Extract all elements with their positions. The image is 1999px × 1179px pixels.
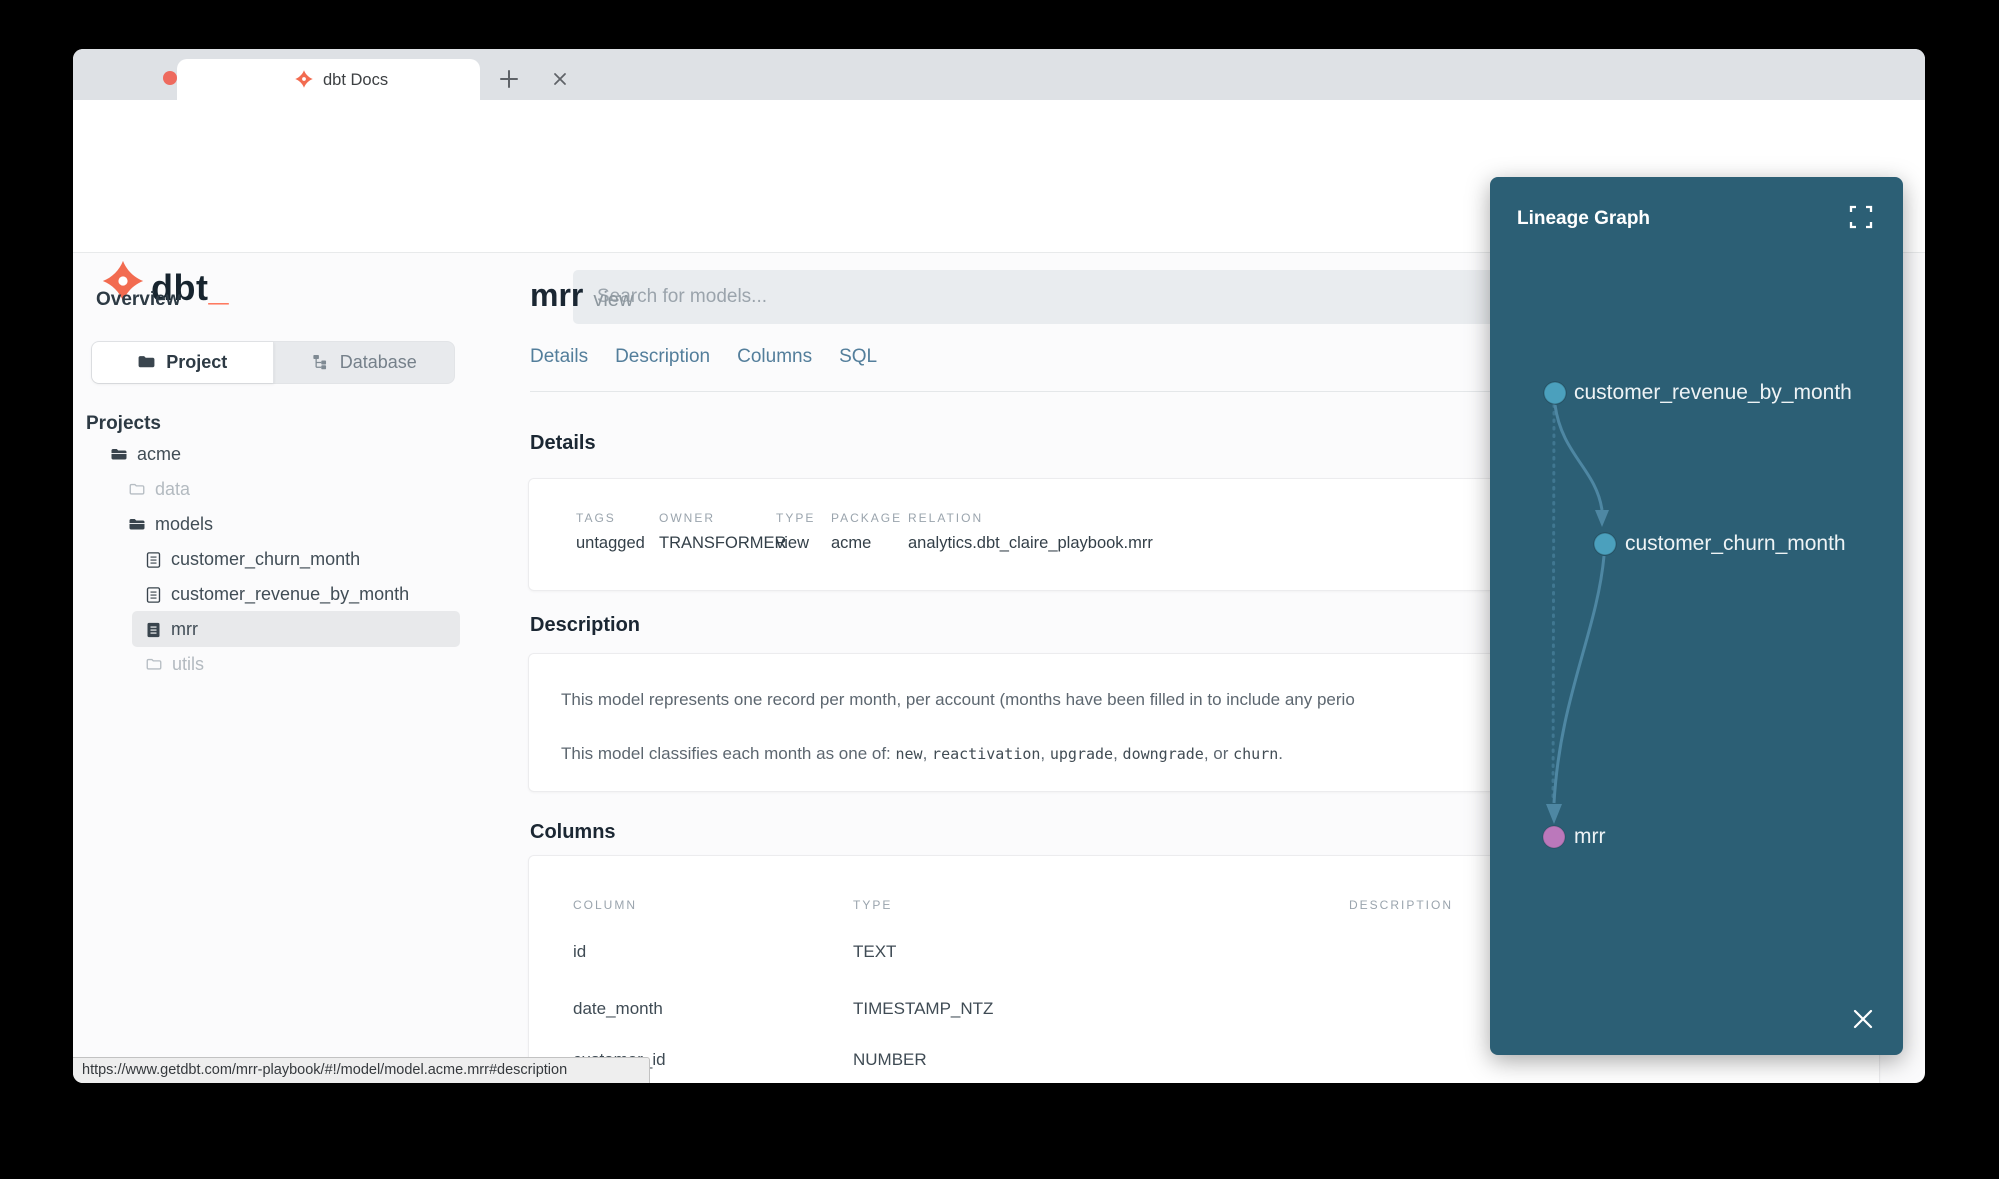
nav-link-details[interactable]: Details <box>530 346 588 368</box>
lineage-graph-panel: Lineage Graph customer_revenue_by_month … <box>1490 177 1903 1055</box>
text-part: , <box>922 744 933 763</box>
dbt-favicon-icon <box>294 69 314 89</box>
tree-item-models[interactable]: models <box>128 507 213 542</box>
browser-tab[interactable]: dbt Docs <box>177 59 566 100</box>
tab-project-label: Project <box>166 352 228 372</box>
column-header: COLUMN <box>573 898 638 912</box>
field-value: acme <box>831 534 872 552</box>
field-value: view <box>776 534 810 552</box>
lineage-node-mrr[interactable] <box>1542 825 1566 849</box>
lineage-node-label: customer_revenue_by_month <box>1574 381 1852 404</box>
tree-item-label: customer_churn_month <box>171 549 361 569</box>
tree-item-label: models <box>155 514 214 534</box>
file-solid-icon <box>147 622 160 637</box>
file-icon <box>146 586 161 603</box>
tab-database-label: Database <box>339 352 417 372</box>
lineage-graph-canvas[interactable] <box>1490 177 1903 1055</box>
browser-window: dbt Docs getdbt.com/mrr-playbook/#!/mode… <box>73 49 1925 1083</box>
folder-open-icon <box>129 518 145 529</box>
description-paragraph: This model classifies each month as one … <box>561 744 1283 764</box>
table-cell-column: date_month <box>573 999 663 1018</box>
columns-heading: Columns <box>530 821 616 843</box>
table-cell-type: NUMBER <box>853 1050 927 1069</box>
text-part: , <box>1040 744 1050 763</box>
code-part: downgrade <box>1122 745 1204 763</box>
code-part: upgrade <box>1049 745 1114 763</box>
nav-link-columns[interactable]: Columns <box>737 346 812 368</box>
column-header: TYPE <box>853 898 893 912</box>
text-part: This model classifies each month as one … <box>561 744 896 763</box>
table-cell-type: TIMESTAMP_NTZ <box>853 999 994 1018</box>
tab-strip: dbt Docs <box>73 49 1925 100</box>
text-part: , or <box>1203 744 1234 763</box>
close-icon[interactable] <box>1850 1006 1876 1032</box>
tree-item-mrr-selected[interactable]: mrr <box>145 612 198 647</box>
file-icon <box>146 551 161 568</box>
model-name: mrr <box>530 277 584 313</box>
field-value: analytics.dbt_claire_playbook.mrr <box>908 534 1153 552</box>
description-heading: Description <box>530 614 641 636</box>
sidebar-view-switcher: Project Database <box>91 341 455 384</box>
folder-icon <box>137 353 156 372</box>
code-part: reactivation <box>932 745 1041 763</box>
tree-item-acme[interactable]: acme <box>110 437 181 472</box>
browser-toolbar: getdbt.com/mrr-playbook/#!/model/model.a… <box>73 100 1925 189</box>
code-part: new <box>895 745 923 763</box>
tree-item-utils[interactable]: utils <box>145 647 204 682</box>
field-label: PACKAGE <box>831 511 903 525</box>
tree-item-label: customer_revenue_by_month <box>171 584 410 604</box>
lineage-node-label: mrr <box>1574 825 1606 848</box>
tree-item-label: acme <box>137 444 182 464</box>
logo-underscore: _ <box>208 267 229 308</box>
nav-link-sql[interactable]: SQL <box>839 346 877 368</box>
field-label: TAGS <box>576 511 616 525</box>
text-part: . <box>1278 744 1284 763</box>
tree-item-label: utils <box>172 654 205 674</box>
tab-database[interactable]: Database <box>274 342 455 383</box>
code-part: churn <box>1233 745 1279 763</box>
lineage-node-customer-revenue-by-month[interactable] <box>1543 381 1567 405</box>
database-tree-icon <box>311 353 330 372</box>
tree-item-data[interactable]: data <box>128 472 190 507</box>
close-window-button[interactable] <box>163 71 177 85</box>
field-label: TYPE <box>776 511 816 525</box>
tab-close-icon[interactable] <box>549 68 571 90</box>
field-value: untagged <box>576 534 645 552</box>
folder-outline-icon <box>146 658 162 670</box>
folder-open-icon <box>111 448 127 459</box>
projects-section-label: Projects <box>86 413 161 434</box>
new-tab-button[interactable] <box>497 67 521 91</box>
tab-title: dbt Docs <box>323 71 389 89</box>
table-cell-column: id <box>573 942 587 961</box>
tree-item-label: data <box>155 479 191 499</box>
table-cell-type: TEXT <box>853 942 897 961</box>
text-part: , <box>1113 744 1123 763</box>
tree-item-label: mrr <box>171 619 198 639</box>
field-label: RELATION <box>908 511 984 525</box>
tree-item-customer-revenue-by-month[interactable]: customer_revenue_by_month <box>145 577 409 612</box>
tree-item-customer-churn-month[interactable]: customer_churn_month <box>145 542 360 577</box>
lineage-node-label: customer_churn_month <box>1625 532 1846 555</box>
sidebar-overview-link[interactable]: Overview <box>96 289 181 311</box>
status-bar-url: https://www.getdbt.com/mrr-playbook/#!/m… <box>73 1057 650 1083</box>
folder-outline-icon <box>129 483 145 495</box>
nav-link-description[interactable]: Description <box>615 346 710 368</box>
lineage-node-customer-churn-month[interactable] <box>1593 532 1617 556</box>
details-heading: Details <box>530 432 596 454</box>
description-paragraph: This model represents one record per mon… <box>561 690 1355 709</box>
field-value: TRANSFORMER <box>659 534 787 552</box>
field-label: OWNER <box>659 511 715 525</box>
column-header: DESCRIPTION <box>1349 898 1454 912</box>
page-title: mrr view <box>530 277 633 314</box>
model-nav: Details Description Columns SQL <box>530 346 877 368</box>
model-type-badge: view <box>593 289 634 311</box>
tab-project[interactable]: Project <box>92 342 274 383</box>
